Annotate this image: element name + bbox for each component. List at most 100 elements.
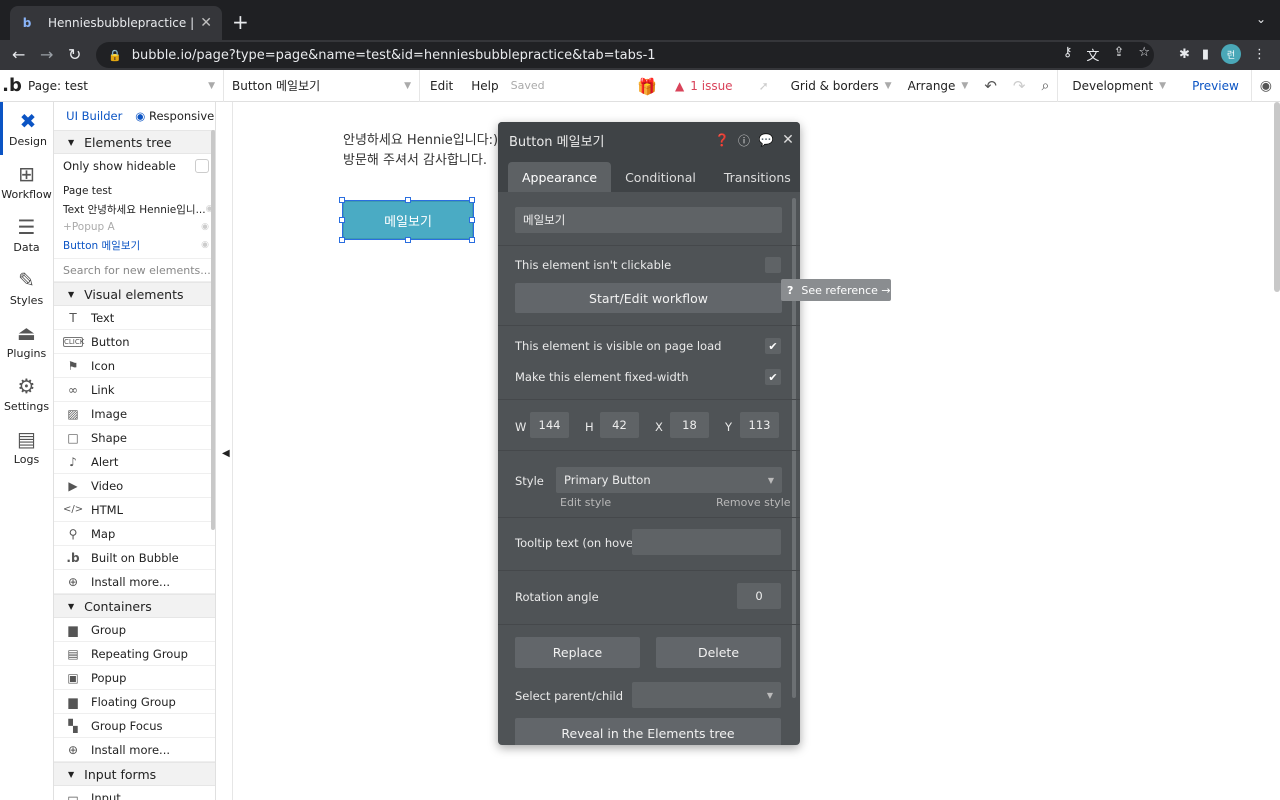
input-input[interactable]: ▭ Input xyxy=(54,786,215,800)
element-icon[interactable]: ⚑ Icon xyxy=(54,354,215,378)
redo-icon[interactable]: ↷ xyxy=(1005,77,1034,95)
width-input[interactable]: 144 xyxy=(530,412,569,438)
tooltip-input[interactable] xyxy=(632,529,781,555)
address-bar[interactable]: 🔒 bubble.io/page?type=page&name=test&id=… xyxy=(96,42,1154,68)
search-icon[interactable]: ⌕ xyxy=(1034,78,1058,94)
resize-handle[interactable] xyxy=(469,237,475,243)
rail-styles[interactable]: ✎ Styles xyxy=(0,261,53,314)
tab-conditional[interactable]: Conditional xyxy=(611,162,710,192)
comment-icon[interactable]: 💬 xyxy=(756,130,776,150)
button-text-input[interactable]: 메일보기 xyxy=(515,207,782,233)
remove-style-link[interactable]: Remove style xyxy=(716,496,791,509)
height-input[interactable]: 42 xyxy=(600,412,639,438)
account-icon[interactable]: ◉ xyxy=(1250,70,1280,102)
element-html[interactable]: </> HTML xyxy=(54,498,215,522)
forward-icon[interactable]: → xyxy=(40,45,53,64)
element-link[interactable]: ∞ Link xyxy=(54,378,215,402)
pointer-icon[interactable]: ➚ xyxy=(733,79,783,93)
menu-kebab-icon[interactable]: ⋮ xyxy=(1253,47,1266,62)
element-video[interactable]: ▶ Video xyxy=(54,474,215,498)
rail-workflow[interactable]: ⊞ Workflow xyxy=(0,155,53,208)
bubble-logo-icon[interactable]: .b xyxy=(0,75,24,96)
containers-header[interactable]: ▼ Containers xyxy=(54,594,215,618)
page-selector[interactable]: Page: test ▼ xyxy=(24,69,224,102)
environment-dropdown[interactable]: Development ▼ xyxy=(1057,70,1180,102)
panel-scrollbar[interactable] xyxy=(211,130,215,530)
back-icon[interactable]: ← xyxy=(12,45,25,64)
container-popup[interactable]: ▣ Popup xyxy=(54,666,215,690)
tree-item-page[interactable]: Page test xyxy=(54,182,215,200)
element-map[interactable]: ⚲ Map xyxy=(54,522,215,546)
element-selector[interactable]: Button 메일보기 ▼ xyxy=(224,69,420,102)
start-edit-workflow-button[interactable]: Start/Edit workflow xyxy=(515,283,782,313)
reveal-in-tree-button[interactable]: Reveal in the Elements tree xyxy=(515,718,781,745)
edit-menu[interactable]: Edit xyxy=(420,79,463,93)
gift-icon[interactable]: 🎁 xyxy=(629,77,675,96)
tab-search-icon[interactable]: ⌄ xyxy=(1256,12,1266,26)
issue-indicator[interactable]: ▲ 1 issue xyxy=(675,79,733,93)
arrange-dropdown[interactable]: Arrange ▼ xyxy=(900,79,977,93)
parent-child-dropdown[interactable]: ▼ xyxy=(632,682,781,708)
bookmark-star-icon[interactable]: ☆ xyxy=(1138,45,1150,64)
share-icon[interactable]: ⇪ xyxy=(1113,45,1124,64)
close-tab-icon[interactable]: ✕ xyxy=(200,15,212,31)
element-text[interactable]: T Text xyxy=(54,306,215,330)
resize-handle[interactable] xyxy=(339,237,345,243)
not-clickable-checkbox[interactable] xyxy=(765,257,781,273)
reload-icon[interactable]: ↻ xyxy=(68,45,81,64)
key-icon[interactable]: ⚷ xyxy=(1063,45,1073,64)
preview-button[interactable]: Preview xyxy=(1180,79,1251,93)
replace-button[interactable]: Replace xyxy=(515,637,640,668)
rail-design[interactable]: ✖ Design xyxy=(0,102,53,155)
resize-handle[interactable] xyxy=(405,237,411,243)
canvas-scrollbar[interactable] xyxy=(1274,102,1280,292)
resize-handle[interactable] xyxy=(339,197,345,203)
container-group-focus[interactable]: ▚ Group Focus xyxy=(54,714,215,738)
style-dropdown[interactable]: Primary Button ▼ xyxy=(556,467,782,493)
property-editor-header[interactable]: Button 메일보기 ❓ ⓘ 💬 ✕ xyxy=(498,122,800,158)
element-alert[interactable]: ♪ Alert xyxy=(54,450,215,474)
extensions-icon[interactable]: ✱ xyxy=(1179,47,1190,62)
rotation-input[interactable]: 0 xyxy=(737,583,781,609)
tree-item-popup[interactable]: +Popup A ◉ xyxy=(54,218,215,236)
translate-icon[interactable]: 文 xyxy=(1086,45,1099,64)
eye-icon[interactable]: ◉ xyxy=(201,222,209,232)
visible-on-load-checkbox[interactable]: ✔ xyxy=(765,338,781,354)
element-button[interactable]: CLICK Button xyxy=(54,330,215,354)
grid-borders-dropdown[interactable]: Grid & borders ▼ xyxy=(783,79,900,93)
editor-scrollbar[interactable] xyxy=(792,198,796,698)
tab-responsive[interactable]: ◉ Responsive xyxy=(135,109,216,123)
container-install-more[interactable]: ⊕ Install more... xyxy=(54,738,215,762)
rail-logs[interactable]: ▤ Logs xyxy=(0,420,53,473)
sidepanel-icon[interactable]: ▮ xyxy=(1202,47,1209,62)
info-icon[interactable]: ⓘ xyxy=(734,130,754,150)
element-image[interactable]: ▨ Image xyxy=(54,402,215,426)
tab-ui-builder[interactable]: UI Builder xyxy=(54,109,135,123)
delete-button[interactable]: Delete xyxy=(656,637,781,668)
rail-settings[interactable]: ⚙ Settings xyxy=(0,367,53,420)
rail-plugins[interactable]: ⏏ Plugins xyxy=(0,314,53,367)
help-icon[interactable]: ❓ xyxy=(712,130,732,150)
resize-handle[interactable] xyxy=(469,217,475,223)
resize-handle[interactable] xyxy=(339,217,345,223)
fixed-width-checkbox[interactable]: ✔ xyxy=(765,369,781,385)
resize-handle[interactable] xyxy=(405,197,411,203)
profile-avatar[interactable]: 런 xyxy=(1221,44,1241,64)
visual-elements-header[interactable]: ▼ Visual elements xyxy=(54,282,215,306)
element-install-more[interactable]: ⊕ Install more... xyxy=(54,570,215,594)
close-icon[interactable]: ✕ xyxy=(778,130,798,150)
container-repeating-group[interactable]: ▤ Repeating Group xyxy=(54,642,215,666)
undo-icon[interactable]: ↶ xyxy=(976,77,1005,95)
tree-item-button[interactable]: Button 메일보기 ◉ xyxy=(54,236,215,254)
element-built-on-bubble[interactable]: .b Built on Bubble xyxy=(54,546,215,570)
input-forms-header[interactable]: ▼ Input forms xyxy=(54,762,215,786)
new-elements-search[interactable]: Search for new elements... xyxy=(54,258,215,282)
element-shape[interactable]: □ Shape xyxy=(54,426,215,450)
y-input[interactable]: 113 xyxy=(740,412,779,438)
canvas-text-element[interactable]: 안녕하세요 Hennie입니다:) 방문해 주셔서 감사합니다. xyxy=(343,131,498,171)
container-floating-group[interactable]: ▆ Floating Group xyxy=(54,690,215,714)
browser-tab[interactable]: b Henniesbubblepractice | Bubble ✕ xyxy=(10,6,222,40)
tab-transitions[interactable]: Transitions xyxy=(710,162,800,192)
container-group[interactable]: ▆ Group xyxy=(54,618,215,642)
tree-item-text[interactable]: Text 안녕하세요 Hennie입니... ◉ xyxy=(54,200,215,218)
